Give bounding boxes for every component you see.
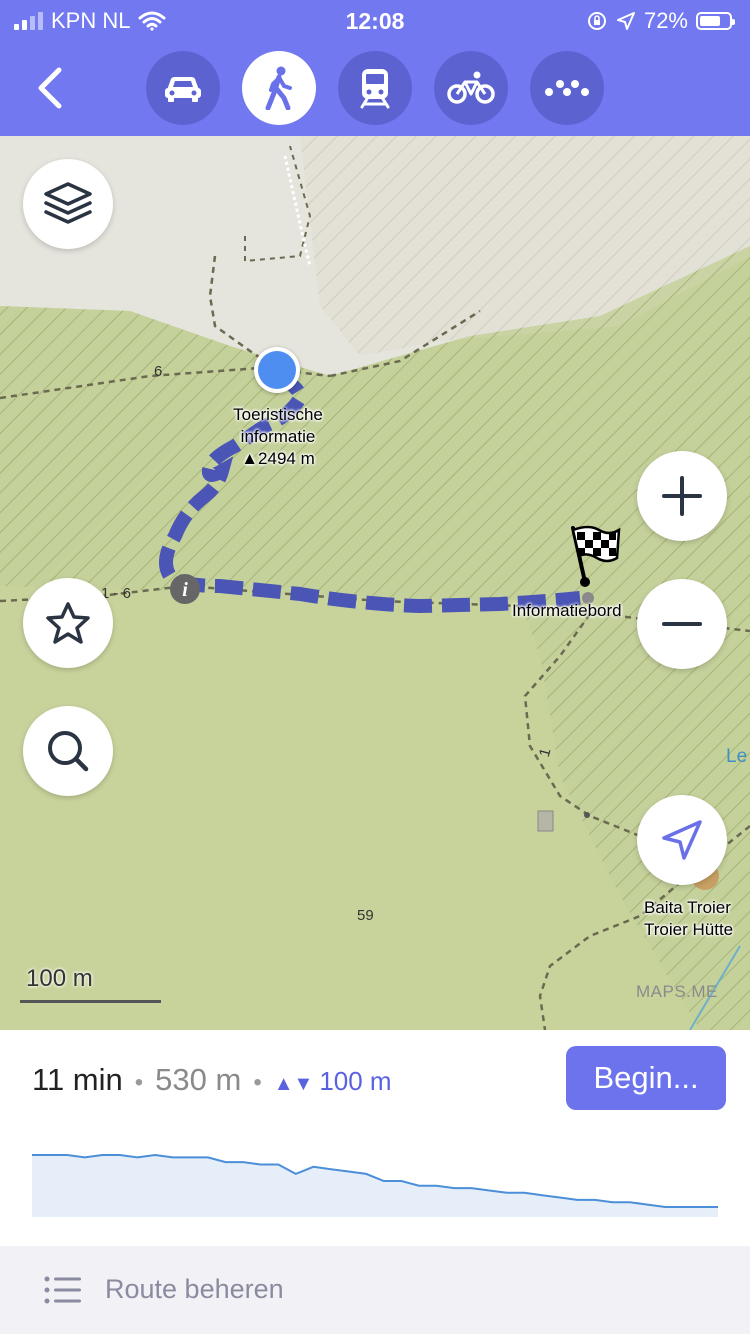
status-bar: KPN NL 12:08 72%	[0, 0, 750, 44]
road-number: 6	[154, 363, 163, 380]
my-location-button[interactable]	[637, 795, 727, 885]
car-icon	[165, 77, 201, 102]
elevation-point-label: 59	[357, 907, 374, 924]
elevation-profile-chart[interactable]	[32, 1145, 718, 1235]
taxi-icon	[545, 80, 589, 96]
map-canvas[interactable]: i	[0, 136, 750, 1030]
route-distance: 530 m	[155, 1062, 242, 1097]
destination-label: Informatiebord	[512, 601, 622, 620]
search-button[interactable]	[23, 706, 113, 796]
begin-button[interactable]: Begin...	[566, 1046, 726, 1110]
list-icon	[44, 1276, 81, 1304]
mode-transit-button[interactable]	[338, 51, 412, 125]
svg-text:i: i	[182, 579, 188, 601]
back-button[interactable]	[20, 58, 80, 118]
checkered-flag-icon[interactable]	[563, 524, 623, 588]
map-scale-bar	[20, 1000, 161, 1003]
plus-icon	[662, 476, 702, 516]
mode-taxi-button[interactable]	[530, 51, 604, 125]
manage-route-label: Route beheren	[105, 1274, 284, 1304]
manage-route-bar[interactable]: Route beheren	[0, 1246, 750, 1334]
mode-walk-button[interactable]	[242, 51, 316, 125]
location-services-icon	[616, 12, 635, 30]
bicycle-icon	[447, 71, 495, 104]
hut-label: Baita Troier Troier Hütte	[644, 898, 734, 939]
zoom-out-button[interactable]	[637, 579, 727, 669]
route-elevation: ▲▼ 100 m	[273, 1066, 392, 1096]
start-poi-label: Toeristische informatie ▲2494 m	[208, 404, 348, 470]
route-summary-sheet: 11 min • 530 m • ▲▼ 100 m Begin...	[0, 1030, 750, 1246]
pedestrian-icon	[265, 66, 292, 110]
layers-button[interactable]	[23, 159, 113, 249]
map-view[interactable]: i Toeristische informatie ▲2494 m Inform…	[0, 136, 750, 1030]
layers-icon	[44, 182, 92, 224]
elevation-label: ▲2494 m	[241, 449, 315, 468]
mode-bicycle-button[interactable]	[434, 51, 508, 125]
battery-percent: 72%	[643, 8, 688, 33]
orientation-lock-icon	[587, 12, 606, 30]
star-icon	[46, 602, 90, 644]
map-scale-label: 100 m	[26, 965, 93, 992]
train-icon	[360, 69, 390, 109]
zoom-in-button[interactable]	[637, 451, 727, 541]
search-icon	[48, 731, 89, 772]
route-time: 11 min	[32, 1062, 123, 1097]
route-stats: 11 min • 530 m • ▲▼ 100 m	[32, 1062, 392, 1097]
elevation-profile-area	[32, 1155, 718, 1217]
mode-car-button[interactable]	[146, 51, 220, 125]
current-location-marker[interactable]	[254, 347, 300, 393]
maps-me-watermark: MAPS.ME	[636, 982, 718, 1001]
bookmarks-button[interactable]	[23, 578, 113, 668]
chevron-left-icon	[38, 67, 62, 109]
top-bar: KPN NL 12:08 72%	[0, 0, 750, 136]
water-label: Le	[726, 746, 748, 767]
navigation-arrow-icon	[662, 820, 702, 860]
elevation-up-down-icon: ▲▼	[273, 1073, 314, 1095]
battery-icon	[696, 12, 735, 30]
minus-icon	[662, 622, 702, 626]
